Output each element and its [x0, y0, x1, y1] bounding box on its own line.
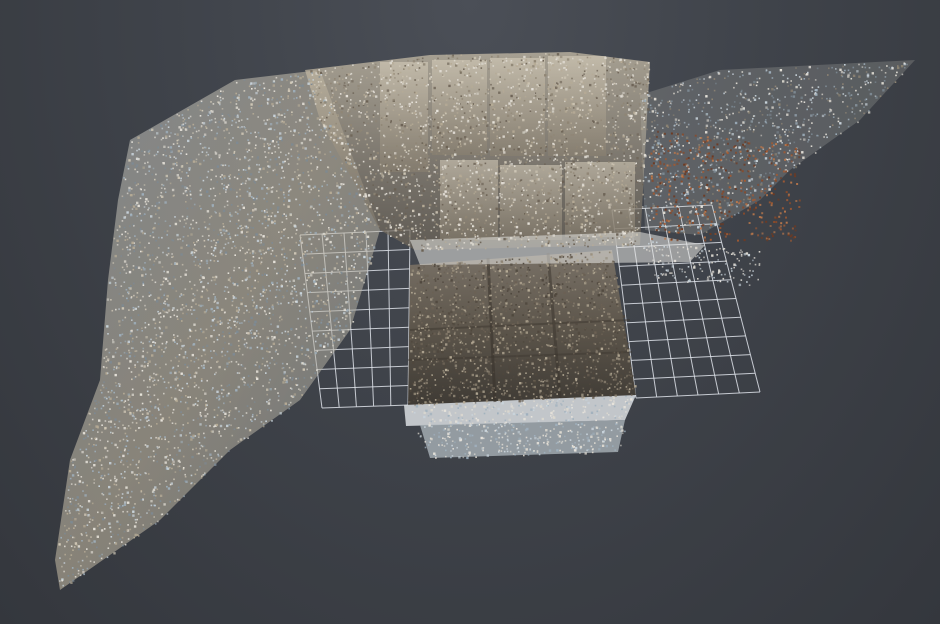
bench-cube	[500, 165, 562, 240]
cloud-right-flare	[640, 60, 915, 235]
bench-cube	[490, 58, 545, 156]
grid-line	[317, 365, 409, 371]
bench-cube	[440, 160, 498, 240]
point-cloud-scene[interactable]	[0, 0, 940, 624]
grid-line	[321, 404, 409, 409]
grid-line	[319, 385, 409, 390]
grid-line	[387, 230, 392, 406]
cloud-left-slab	[55, 70, 380, 590]
point-cloud-viewport[interactable]	[0, 0, 940, 624]
cloud-central-box	[404, 250, 636, 458]
